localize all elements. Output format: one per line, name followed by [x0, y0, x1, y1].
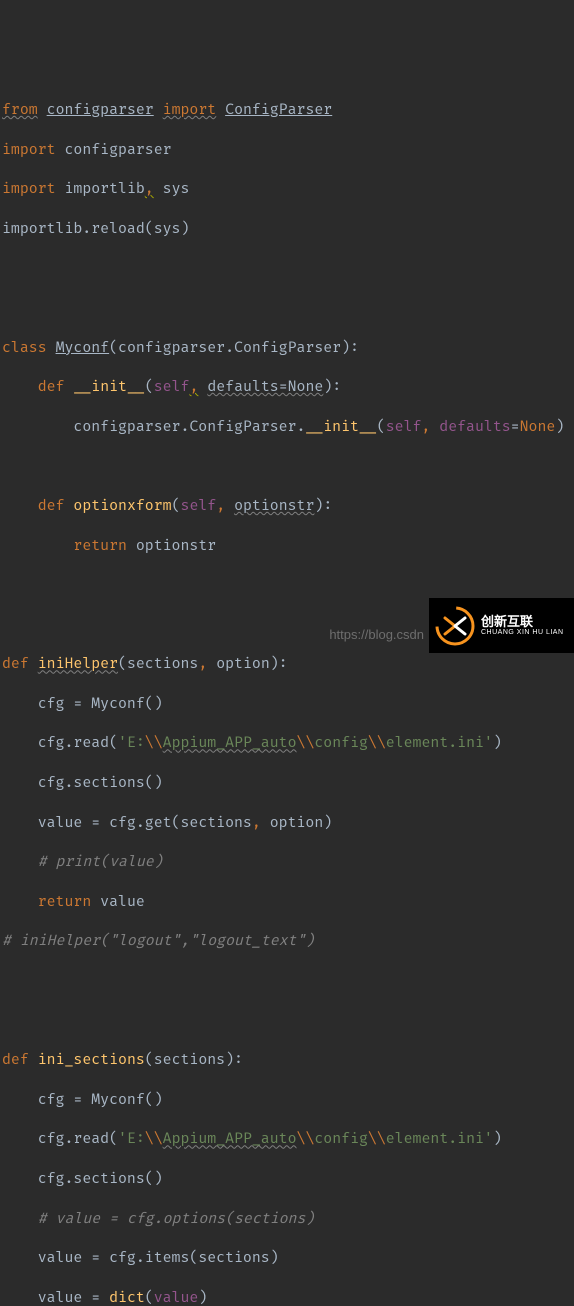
code-line: cfg = Myconf()	[2, 695, 572, 715]
code-line: cfg.read('E:\\Appium_APP_auto\\config\\e…	[2, 734, 572, 754]
code-line: # iniHelper("logout","logout_text")	[2, 932, 572, 952]
code-line: value = cfg.items(sections)	[2, 1249, 572, 1269]
code-line: return value	[2, 893, 572, 913]
code-line: return optionstr	[2, 537, 572, 557]
code-line: importlib.reload(sys)	[2, 220, 572, 240]
code-line: def __init__(self, defaults=None):	[2, 378, 572, 398]
code-line: def optionxform(self, optionstr):	[2, 497, 572, 517]
code-line: # value = cfg.options(sections)	[2, 1210, 572, 1230]
code-line: value = dict(value)	[2, 1289, 572, 1306]
watermark-text-en: CHUANG XIN HU LIAN	[481, 629, 564, 637]
code-line: cfg.sections()	[2, 774, 572, 794]
code-line: class Myconf(configparser.ConfigParser):	[2, 339, 572, 359]
code-line: # print(value)	[2, 853, 572, 873]
code-line: import importlib, sys	[2, 180, 572, 200]
code-line: cfg = Myconf()	[2, 1091, 572, 1111]
blank-line	[2, 576, 572, 596]
code-line: from configparser import ConfigParser	[2, 101, 572, 121]
code-line: def iniHelper(sections, option):	[2, 655, 572, 675]
code-line: value = cfg.get(sections, option)	[2, 814, 572, 834]
code-line: cfg.read('E:\\Appium_APP_auto\\config\\e…	[2, 1130, 572, 1150]
watermark-text-cn: 创新互联	[481, 615, 564, 629]
blank-line	[2, 972, 572, 992]
watermark: 创新互联 CHUANG XIN HU LIAN	[429, 598, 574, 653]
blank-line	[2, 259, 572, 279]
code-line: def ini_sections(sections):	[2, 1051, 572, 1071]
code-line: cfg.sections()	[2, 1170, 572, 1190]
source-url: https://blog.csdn	[329, 625, 424, 645]
code-line: configparser.ConfigParser.__init__(self,…	[2, 418, 572, 438]
blank-line	[2, 299, 572, 319]
blank-line	[2, 457, 572, 477]
code-editor[interactable]: from configparser import ConfigParser im…	[0, 79, 574, 1306]
blank-line	[2, 1012, 572, 1032]
code-line: import configparser	[2, 141, 572, 161]
logo-icon	[435, 606, 475, 646]
